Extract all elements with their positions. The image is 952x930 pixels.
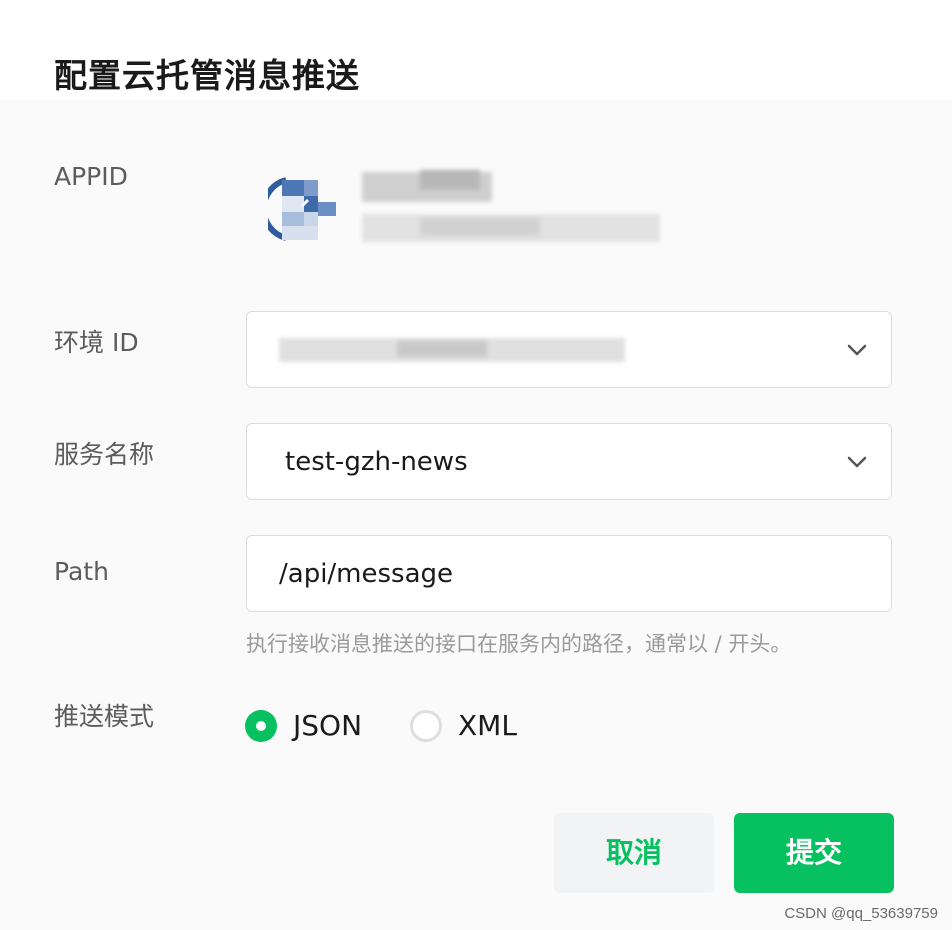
path-input[interactable]: /api/message [246, 535, 892, 612]
radio-checked-icon [245, 710, 277, 742]
radio-json[interactable]: JSON [245, 706, 385, 746]
path-input-value[interactable]: /api/message [279, 536, 453, 613]
service-name-select[interactable]: test-gzh-news [246, 423, 892, 500]
service-name-label: 服务名称 [54, 440, 155, 469]
dialog-title: 配置云托管消息推送 [54, 56, 360, 95]
push-mode-label: 推送模式 [54, 702, 155, 731]
cancel-button[interactable]: 取消 [554, 813, 714, 893]
radio-xml-label: XML [458, 709, 517, 742]
push-config-dialog: 配置云托管消息推送 APPID 环境 ID 服务名称 test-gzh-news… [0, 0, 952, 930]
watermark: CSDN @qq_53639759 [784, 905, 938, 922]
env-id-select[interactable] [246, 311, 892, 388]
chevron-down-icon [847, 344, 867, 356]
dialog-header: 配置云托管消息推送 [0, 0, 952, 100]
mini-program-avatar-icon [260, 176, 338, 242]
path-label: Path [54, 557, 109, 586]
env-id-label: 环境 ID [54, 328, 139, 357]
appid-label: APPID [54, 162, 128, 191]
submit-button[interactable]: 提交 [734, 813, 894, 893]
service-name-value: test-gzh-news [285, 447, 468, 477]
radio-xml[interactable]: XML [410, 706, 540, 746]
chevron-down-icon [847, 456, 867, 468]
radio-json-label: JSON [293, 709, 363, 742]
radio-unchecked-icon [410, 710, 442, 742]
path-hint: 执行接收消息推送的接口在服务内的路径，通常以 / 开头。 [246, 632, 792, 656]
